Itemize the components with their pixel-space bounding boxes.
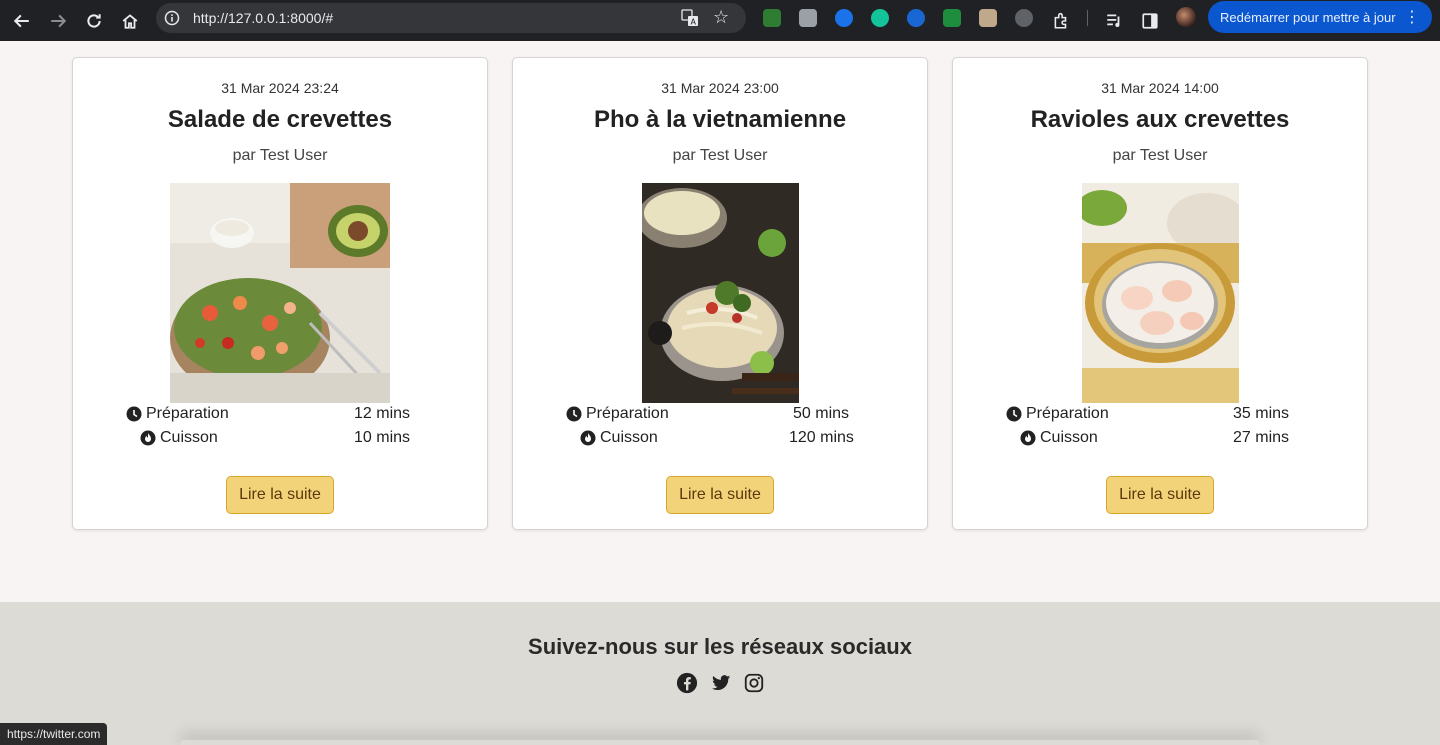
instagram-icon[interactable] bbox=[743, 672, 765, 694]
extension-mail-icon[interactable] bbox=[763, 9, 781, 27]
toolbar-divider bbox=[1087, 10, 1088, 26]
translate-icon[interactable]: A bbox=[681, 9, 699, 27]
read-more-button[interactable]: Lire la suite bbox=[1106, 476, 1214, 514]
prep-label: Préparation bbox=[1026, 405, 1109, 422]
reload-icon[interactable] bbox=[81, 8, 107, 34]
recipe-date: 31 Mar 2024 23:24 bbox=[221, 80, 339, 96]
recipe-card: 31 Mar 2024 23:24 Salade de crevettes pa… bbox=[72, 57, 488, 530]
extension-badge-icon[interactable] bbox=[907, 9, 925, 27]
cook-value: 27 mins bbox=[1233, 429, 1290, 446]
prep-value: 50 mins bbox=[793, 405, 850, 422]
recipe-date: 31 Mar 2024 23:00 bbox=[661, 80, 779, 96]
prep-value: 12 mins bbox=[354, 405, 411, 422]
clock-icon bbox=[126, 406, 142, 422]
site-info-icon[interactable] bbox=[164, 10, 180, 26]
prep-row: Préparation 50 mins bbox=[513, 405, 927, 427]
cook-value: 10 mins bbox=[354, 429, 411, 446]
footer-heading: Suivez-nous sur les réseaux sociaux bbox=[528, 634, 912, 659]
cook-row: Cuisson 27 mins bbox=[953, 429, 1367, 451]
restart-update-button[interactable]: Redémarrer pour mettre à jour ⋮ bbox=[1208, 1, 1432, 33]
cook-row: Cuisson 10 mins bbox=[73, 429, 487, 451]
extension-on-icon[interactable] bbox=[943, 9, 961, 27]
profile-avatar[interactable] bbox=[1176, 7, 1196, 27]
recipe-title: Pho à la vietnamienne bbox=[593, 106, 847, 133]
extension-gear-icon[interactable] bbox=[1015, 9, 1033, 27]
clock-icon bbox=[1006, 406, 1022, 422]
link-status-bar: https://twitter.com bbox=[0, 723, 108, 745]
clock-icon bbox=[566, 406, 582, 422]
back-icon[interactable] bbox=[9, 8, 35, 34]
side-panel-icon[interactable] bbox=[1137, 8, 1163, 34]
extension-circle-icon[interactable] bbox=[835, 9, 853, 27]
restart-update-label: Redémarrer pour mettre à jour bbox=[1220, 9, 1396, 25]
extension-cloud-icon[interactable] bbox=[979, 9, 997, 27]
forward-icon[interactable] bbox=[45, 8, 71, 34]
fire-icon bbox=[580, 430, 596, 446]
cook-label: Cuisson bbox=[160, 429, 218, 446]
fire-icon bbox=[140, 430, 156, 446]
fire-icon bbox=[1020, 430, 1036, 446]
recipe-title: Ravioles aux crevettes bbox=[1030, 106, 1290, 133]
grammarly-icon[interactable] bbox=[871, 9, 889, 27]
media-control-icon[interactable] bbox=[1101, 8, 1127, 34]
footer: Suivez-nous sur les réseaux sociaux bbox=[0, 602, 1440, 745]
menu-dots-icon[interactable]: ⋮ bbox=[1404, 7, 1420, 27]
url-text[interactable]: http://127.0.0.1:8000/# bbox=[193, 10, 333, 26]
prep-label: Préparation bbox=[146, 405, 229, 422]
address-bar[interactable]: http://127.0.0.1:8000/# A ☆ bbox=[156, 3, 746, 33]
read-more-button[interactable]: Lire la suite bbox=[226, 476, 334, 514]
prep-value: 35 mins bbox=[1233, 405, 1290, 422]
recipe-author: par Test User bbox=[232, 147, 328, 164]
bookmark-star-icon[interactable]: ☆ bbox=[713, 7, 729, 28]
prep-row: Préparation 35 mins bbox=[953, 405, 1367, 427]
prep-row: Préparation 12 mins bbox=[73, 405, 487, 427]
facebook-icon[interactable] bbox=[676, 672, 698, 694]
twitter-icon[interactable] bbox=[710, 672, 732, 694]
page-bottom-shadow bbox=[180, 740, 1260, 745]
recipe-title: Salade de crevettes bbox=[167, 106, 393, 133]
recipe-image bbox=[170, 183, 390, 403]
prep-label: Préparation bbox=[586, 405, 669, 422]
recipe-image bbox=[1082, 183, 1239, 403]
recipe-date: 31 Mar 2024 14:00 bbox=[1101, 80, 1219, 96]
read-more-button[interactable]: Lire la suite bbox=[666, 476, 774, 514]
recipe-card: 31 Mar 2024 23:00 Pho à la vietnamienne … bbox=[512, 57, 928, 530]
home-icon[interactable] bbox=[117, 8, 143, 34]
extensions-puzzle-icon[interactable] bbox=[1048, 8, 1074, 34]
recipe-author: par Test User bbox=[1112, 147, 1208, 164]
svg-text:A: A bbox=[691, 18, 697, 27]
recipe-card: 31 Mar 2024 14:00 Ravioles aux crevettes… bbox=[952, 57, 1368, 530]
cook-label: Cuisson bbox=[600, 429, 658, 446]
cook-value: 120 mins bbox=[789, 429, 854, 446]
recipe-author: par Test User bbox=[672, 147, 768, 164]
cook-row: Cuisson 120 mins bbox=[513, 429, 927, 451]
browser-toolbar: http://127.0.0.1:8000/# A ☆ Redémarrer p… bbox=[0, 0, 1440, 41]
extension-k-icon[interactable] bbox=[799, 9, 817, 27]
cook-label: Cuisson bbox=[1040, 429, 1098, 446]
recipe-image bbox=[642, 183, 799, 403]
